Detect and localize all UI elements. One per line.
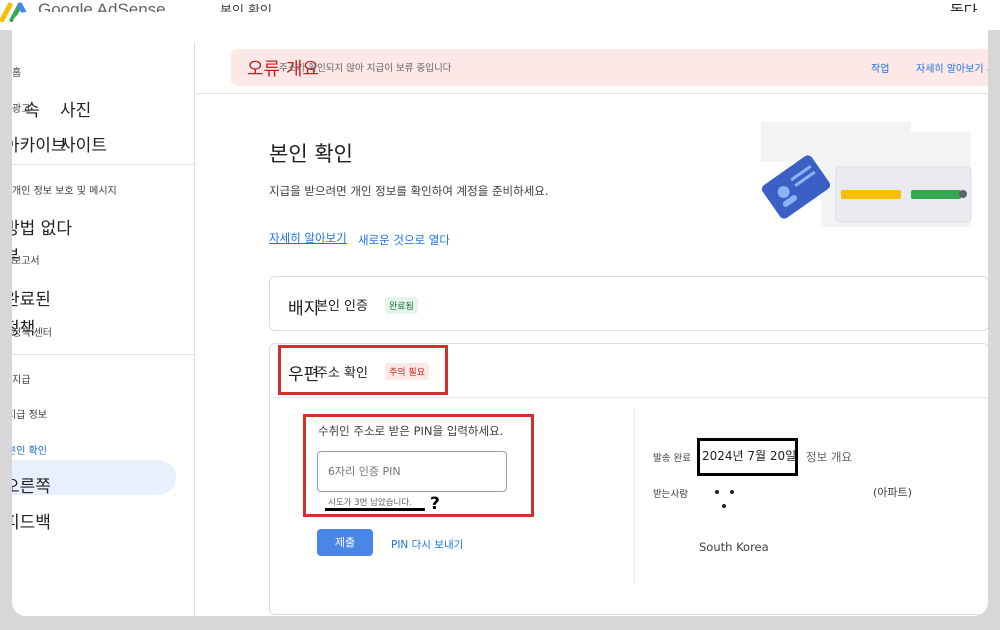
- sidebar: 홈 광고 속 사진 아카이브 사이트 개인 정보 보호 및 메시지 방법 없다 …: [12, 42, 195, 616]
- error-action-link[interactable]: 작업: [871, 60, 889, 75]
- sidebar-overlay-label: 사진: [60, 101, 92, 121]
- card-divider: [270, 397, 988, 398]
- resend-pin-link[interactable]: PIN 다시 보내기: [391, 537, 463, 552]
- learn-more-link[interactable]: 자세히 알아보기: [269, 230, 347, 246]
- address-tail: (아파트): [873, 486, 912, 499]
- sidebar-item-home[interactable]: 홈: [12, 64, 21, 79]
- sidebar-item-policy-center[interactable]: 정책 센터: [12, 324, 52, 339]
- page-title: 본인 확인: [269, 142, 353, 166]
- identity-card-title: 본인 인증: [316, 299, 368, 314]
- sidebar-item-privacy[interactable]: 개인 정보 보호 및 메시지: [12, 182, 117, 197]
- identity-verification-card[interactable]: 배지 본인 인증 완료됨: [269, 276, 988, 331]
- annotation-black-box-date: [697, 438, 798, 476]
- error-learn-more-link[interactable]: 자세히 알아보기 새로운: [916, 60, 988, 75]
- sent-label: 발송 완료: [653, 453, 691, 464]
- sidebar-item-payments[interactable]: 지급: [12, 371, 30, 386]
- learn-more-overlay: 새로운 것으로 열다: [358, 233, 450, 247]
- page-description: 지급을 받으려면 개인 정보를 확인하여 계정을 준비하세요.: [269, 184, 549, 198]
- sidebar-overlay-label: 속: [24, 101, 40, 121]
- verification-illustration: [761, 122, 972, 227]
- column-divider: [634, 410, 635, 584]
- sent-extra-overlay: 정보 개요: [806, 450, 852, 464]
- sidebar-overlay-label: 완료된: [12, 290, 51, 310]
- sidebar-overlay-label: 아카이브: [12, 136, 67, 156]
- submit-button[interactable]: 제출: [317, 529, 373, 556]
- sidebar-item-payment-info[interactable]: 지급 정보: [12, 406, 47, 421]
- annotation-red-box-pin: [303, 414, 534, 517]
- sidebar-item-verification[interactable]: 본인 확인: [12, 442, 47, 457]
- sidebar-overlay-label: 사이트: [60, 136, 107, 156]
- sidebar-divider: [12, 354, 195, 355]
- error-message: 주소가 확인되지 않아 지급이 보류 중입니다: [279, 63, 452, 74]
- header-divider: [196, 93, 988, 94]
- error-banner: 오류 개요 주소가 확인되지 않아 지급이 보류 중입니다 작업 자세히 알아보…: [231, 49, 988, 86]
- card-overlay-text: 배지: [288, 299, 320, 319]
- recipient-label: 받는사람: [653, 489, 688, 500]
- redacted-mark: [730, 490, 734, 494]
- redacted-mark: [715, 490, 719, 494]
- app-frame: 홈 광고 속 사진 아카이브 사이트 개인 정보 보호 및 메시지 방법 없다 …: [12, 12, 988, 616]
- annotation-red-box-title: [278, 345, 448, 395]
- address-country: South Korea: [699, 540, 769, 554]
- sidebar-overlay-label: 피드백: [12, 513, 51, 533]
- sidebar-overlay-label: 오른쪽: [12, 477, 51, 497]
- main-content: 오류 개요 주소가 확인되지 않아 지급이 보류 중입니다 작업 자세히 알아보…: [196, 42, 988, 616]
- sidebar-divider: [12, 164, 195, 165]
- sidebar-overlay-label: 방법 없다: [12, 219, 72, 239]
- sidebar-item-reports[interactable]: 보고서: [12, 252, 40, 267]
- status-badge-complete: 완료됨: [385, 297, 418, 314]
- redacted-mark: [722, 504, 726, 508]
